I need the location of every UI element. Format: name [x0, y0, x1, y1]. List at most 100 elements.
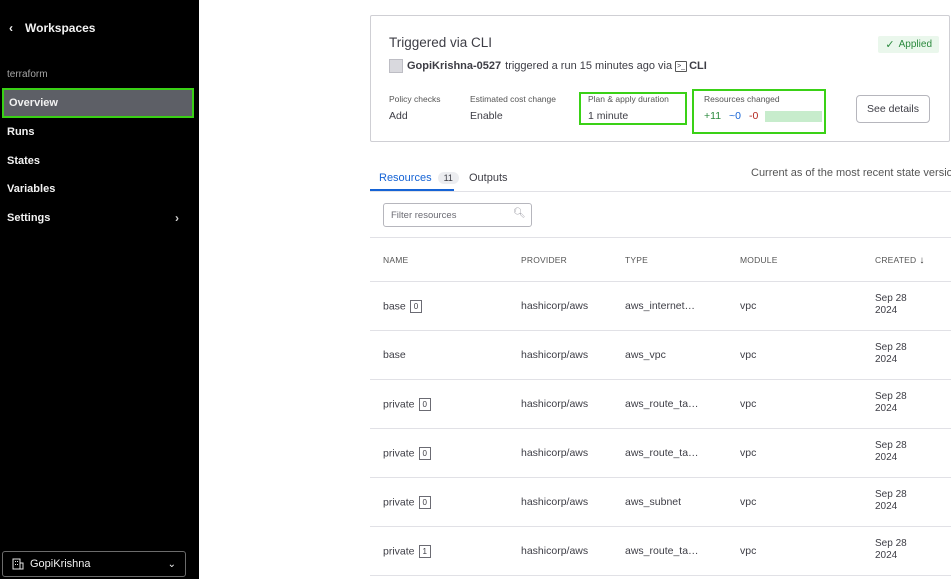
sidebar-item-label: Overview	[9, 97, 58, 109]
sort-descending-icon: ↓	[919, 255, 925, 266]
resources-count-badge: 11	[437, 172, 459, 184]
table-row[interactable]: private 0 hashicorp/aws aws_route_ta… vpc…	[370, 380, 951, 429]
sidebar-item-label: Settings	[7, 211, 51, 224]
tab-resources-label: Resources	[379, 172, 432, 184]
resource-index: 0	[418, 496, 431, 509]
workspace-name: terraform	[7, 69, 48, 80]
column-header-created[interactable]: CREATED ↓	[875, 255, 925, 266]
sidebar-item-settings[interactable]: Settings ›	[0, 204, 199, 233]
terminal-icon: >_	[675, 60, 688, 72]
column-header-provider[interactable]: PROVIDER	[521, 255, 567, 265]
resource-created: Sep 28 2024	[875, 489, 907, 513]
resources-table-body: base 0 hashicorp/aws aws_internet… vpc Se…	[370, 282, 951, 576]
table-row[interactable]: private 1 hashicorp/aws aws_route_ta… vpc…	[370, 527, 951, 576]
sidebar-item-label: Variables	[7, 183, 56, 196]
resource-module: vpc	[740, 545, 757, 557]
cost-estimation-value[interactable]: Enable	[470, 110, 556, 122]
tab-outputs-label: Outputs	[469, 172, 508, 184]
state-version-note: Current as of the most recent state vers…	[751, 167, 951, 179]
resource-type: aws_internet…	[625, 300, 696, 312]
sidebar-item-label: States	[7, 154, 41, 167]
created-date: Sep 28	[875, 391, 907, 402]
resource-type: aws_route_ta…	[625, 398, 699, 410]
resource-index: 0	[409, 300, 423, 313]
chevron-down-icon: ⌄	[167, 558, 176, 570]
resource-type: aws_route_ta…	[625, 545, 699, 557]
table-row[interactable]: private 0 hashicorp/aws aws_subnet vpc Se…	[370, 478, 951, 527]
resource-module: vpc	[740, 349, 757, 361]
avatar	[389, 59, 403, 73]
run-trigger-info: GopiKrishna-0527 triggered a run 15 minu…	[389, 59, 707, 73]
sidebar-item-overview[interactable]: Overview	[2, 88, 194, 118]
resource-name-cell: private 0	[383, 447, 431, 460]
column-header-name[interactable]: NAME	[383, 255, 408, 265]
resource-module: vpc	[740, 300, 757, 312]
check-icon: ✓	[885, 39, 895, 51]
resources-table-header: NAME PROVIDER TYPE MODULE CREATED ↓	[370, 238, 951, 282]
table-row[interactable]: private 0 hashicorp/aws aws_route_ta… vpc…	[370, 429, 951, 478]
run-action-text: triggered a run 15 minutes ago via	[505, 60, 673, 72]
resource-module: vpc	[740, 398, 757, 410]
resources-changed-highlight	[692, 89, 826, 134]
cost-estimation-label: Estimated cost change	[470, 94, 556, 104]
status-label: Applied	[898, 39, 932, 50]
resource-provider: hashicorp/aws	[521, 447, 589, 459]
resource-name-cell: base 0	[383, 300, 423, 313]
resource-created: Sep 28 2024	[875, 293, 907, 317]
resource-name-cell: private 0	[383, 496, 431, 509]
resource-module: vpc	[740, 496, 757, 508]
run-title[interactable]: Triggered via CLI	[389, 35, 492, 50]
sidebar-item-label: Runs	[7, 126, 35, 139]
resource-provider: hashicorp/aws	[521, 496, 589, 508]
resource-index: 0	[418, 398, 431, 411]
sidebar-nav: Overview Runs States Variables Settings …	[0, 88, 199, 232]
created-date: Sep 28	[875, 538, 907, 549]
column-header-module[interactable]: MODULE	[740, 255, 778, 265]
resource-name: private	[383, 447, 415, 460]
run-user: GopiKrishna-0527	[407, 60, 502, 72]
resource-created: Sep 28 2024	[875, 342, 907, 366]
resource-type: aws_subnet	[625, 496, 682, 508]
created-year: 2024	[875, 452, 898, 463]
chevron-right-icon: ›	[175, 210, 179, 225]
resource-name-cell: base	[383, 349, 406, 361]
resource-name-cell: private 1	[383, 545, 431, 558]
sidebar-item-runs[interactable]: Runs	[0, 118, 199, 147]
table-row[interactable]: base hashicorp/aws aws_vpc vpc Sep 28 202…	[370, 331, 951, 380]
policy-checks-value[interactable]: Add	[389, 110, 441, 122]
resource-index: 1	[418, 545, 431, 558]
filter-resources-input[interactable]	[383, 203, 532, 227]
created-year: 2024	[875, 354, 898, 365]
resource-name: private	[383, 545, 415, 558]
column-header-type[interactable]: TYPE	[625, 255, 648, 265]
duration-highlight	[579, 92, 687, 125]
sidebar-item-states[interactable]: States	[0, 147, 199, 176]
organization-label: GopiKrishna	[30, 558, 91, 570]
sidebar: ‹ Workspaces terraform Overview Runs Sta…	[0, 0, 199, 579]
column-header-created-label: CREATED	[875, 255, 917, 265]
resource-provider: hashicorp/aws	[521, 545, 589, 557]
resource-name: base	[383, 300, 406, 313]
see-details-button[interactable]: See details	[856, 95, 930, 123]
resource-created: Sep 28 2024	[875, 440, 907, 464]
resource-created: Sep 28 2024	[875, 391, 907, 415]
search-icon: 🔍︎	[513, 208, 526, 219]
resource-provider: hashicorp/aws	[521, 300, 589, 312]
resource-module: vpc	[740, 447, 757, 459]
created-date: Sep 28	[875, 293, 907, 304]
created-year: 2024	[875, 550, 898, 561]
sidebar-item-variables[interactable]: Variables	[0, 175, 199, 204]
back-to-workspaces-link[interactable]: ‹ Workspaces	[9, 21, 95, 35]
created-year: 2024	[875, 403, 898, 414]
created-year: 2024	[875, 501, 898, 512]
tab-resources[interactable]: Resources 11	[379, 172, 459, 184]
resource-created: Sep 28 2024	[875, 538, 907, 562]
organization-switcher[interactable]: GopiKrishna ⌄	[2, 551, 186, 577]
resource-type: aws_vpc	[625, 349, 666, 361]
back-label: Workspaces	[25, 21, 96, 35]
table-row[interactable]: base 0 hashicorp/aws aws_internet… vpc Se…	[370, 282, 951, 331]
created-date: Sep 28	[875, 342, 907, 353]
resource-index: 0	[418, 447, 431, 460]
tab-outputs[interactable]: Outputs	[469, 172, 508, 184]
building-icon	[12, 558, 24, 570]
